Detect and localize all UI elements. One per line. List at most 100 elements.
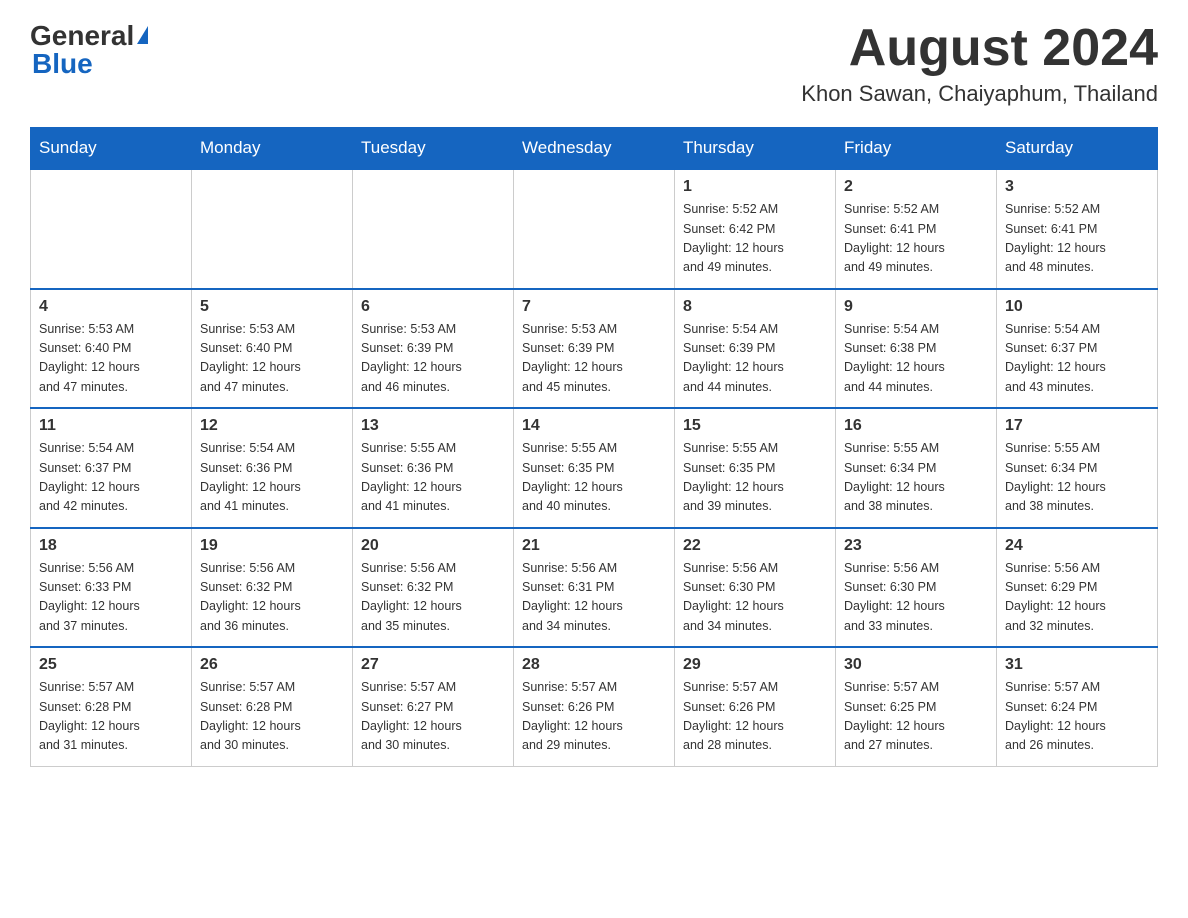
day-cell: 7 Sunrise: 5:53 AM Sunset: 6:39 PM Daylig… xyxy=(514,289,675,409)
day-cell: 22 Sunrise: 5:56 AM Sunset: 6:30 PM Dayli… xyxy=(675,528,836,648)
day-info: Sunrise: 5:56 AM Sunset: 6:32 PM Dayligh… xyxy=(200,559,344,637)
week-row-3: 11 Sunrise: 5:54 AM Sunset: 6:37 PM Dayli… xyxy=(31,408,1158,528)
header-cell-sunday: Sunday xyxy=(31,128,192,170)
calendar-body: 1 Sunrise: 5:52 AM Sunset: 6:42 PM Daylig… xyxy=(31,169,1158,766)
day-number: 29 xyxy=(683,656,827,674)
day-cell: 3Sunrise: 5:52 AM Sunset: 6:41 PM Daylig… xyxy=(997,169,1158,289)
day-info: Sunrise: 5:56 AM Sunset: 6:30 PM Dayligh… xyxy=(844,559,988,637)
day-cell: 28Sunrise: 5:57 AM Sunset: 6:26 PM Dayli… xyxy=(514,647,675,766)
day-number: 12 xyxy=(200,417,344,435)
day-cell: 11 Sunrise: 5:54 AM Sunset: 6:37 PM Dayli… xyxy=(31,408,192,528)
day-cell: 9 Sunrise: 5:54 AM Sunset: 6:38 PM Daylig… xyxy=(836,289,997,409)
calendar-table: SundayMondayTuesdayWednesdayThursdayFrid… xyxy=(30,127,1158,767)
week-row-4: 18 Sunrise: 5:56 AM Sunset: 6:33 PM Dayli… xyxy=(31,528,1158,648)
day-number: 19 xyxy=(200,537,344,555)
day-cell xyxy=(31,169,192,289)
location-title: Khon Sawan, Chaiyaphum, Thailand xyxy=(801,81,1158,107)
day-cell: 17 Sunrise: 5:55 AM Sunset: 6:34 PM Dayli… xyxy=(997,408,1158,528)
day-info: Sunrise: 5:55 AM Sunset: 6:35 PM Dayligh… xyxy=(683,439,827,517)
day-info: Sunrise: 5:56 AM Sunset: 6:29 PM Dayligh… xyxy=(1005,559,1149,637)
day-number: 15 xyxy=(683,417,827,435)
day-number: 1 xyxy=(683,178,827,196)
day-number: 8 xyxy=(683,298,827,316)
day-number: 7 xyxy=(522,298,666,316)
day-cell: 19 Sunrise: 5:56 AM Sunset: 6:32 PM Dayli… xyxy=(192,528,353,648)
day-cell xyxy=(514,169,675,289)
day-info: Sunrise: 5:55 AM Sunset: 6:34 PM Dayligh… xyxy=(1005,439,1149,517)
day-info: Sunrise: 5:57 AM Sunset: 6:24 PM Dayligh… xyxy=(1005,678,1149,756)
day-info: Sunrise: 5:55 AM Sunset: 6:34 PM Dayligh… xyxy=(844,439,988,517)
day-number: 10 xyxy=(1005,298,1149,316)
day-cell: 31 Sunrise: 5:57 AM Sunset: 6:24 PM Dayli… xyxy=(997,647,1158,766)
header-cell-thursday: Thursday xyxy=(675,128,836,170)
day-number: 26 xyxy=(200,656,344,674)
day-number: 13 xyxy=(361,417,505,435)
day-number: 27 xyxy=(361,656,505,674)
day-info: Sunrise: 5:56 AM Sunset: 6:33 PM Dayligh… xyxy=(39,559,183,637)
day-number: 28 xyxy=(522,656,666,674)
day-cell: 18 Sunrise: 5:56 AM Sunset: 6:33 PM Dayli… xyxy=(31,528,192,648)
day-number: 23 xyxy=(844,537,988,555)
header-cell-friday: Friday xyxy=(836,128,997,170)
day-number: 22 xyxy=(683,537,827,555)
day-number: 9 xyxy=(844,298,988,316)
day-cell: 2Sunrise: 5:52 AM Sunset: 6:41 PM Daylig… xyxy=(836,169,997,289)
day-info: Sunrise: 5:56 AM Sunset: 6:31 PM Dayligh… xyxy=(522,559,666,637)
day-cell: 29 Sunrise: 5:57 AM Sunset: 6:26 PM Dayli… xyxy=(675,647,836,766)
header: General Blue August 2024 Khon Sawan, Cha… xyxy=(30,20,1158,107)
day-cell: 25Sunrise: 5:57 AM Sunset: 6:28 PM Dayli… xyxy=(31,647,192,766)
day-info: Sunrise: 5:53 AM Sunset: 6:39 PM Dayligh… xyxy=(361,320,505,398)
day-number: 24 xyxy=(1005,537,1149,555)
day-number: 18 xyxy=(39,537,183,555)
day-info: Sunrise: 5:52 AM Sunset: 6:42 PM Dayligh… xyxy=(683,200,827,278)
day-number: 5 xyxy=(200,298,344,316)
day-info: Sunrise: 5:57 AM Sunset: 6:26 PM Dayligh… xyxy=(683,678,827,756)
day-info: Sunrise: 5:54 AM Sunset: 6:37 PM Dayligh… xyxy=(39,439,183,517)
day-cell: 10 Sunrise: 5:54 AM Sunset: 6:37 PM Dayli… xyxy=(997,289,1158,409)
day-number: 16 xyxy=(844,417,988,435)
day-cell: 5 Sunrise: 5:53 AM Sunset: 6:40 PM Daylig… xyxy=(192,289,353,409)
day-cell: 14 Sunrise: 5:55 AM Sunset: 6:35 PM Dayli… xyxy=(514,408,675,528)
day-cell: 13 Sunrise: 5:55 AM Sunset: 6:36 PM Dayli… xyxy=(353,408,514,528)
day-info: Sunrise: 5:53 AM Sunset: 6:39 PM Dayligh… xyxy=(522,320,666,398)
day-number: 14 xyxy=(522,417,666,435)
day-info: Sunrise: 5:53 AM Sunset: 6:40 PM Dayligh… xyxy=(200,320,344,398)
day-info: Sunrise: 5:55 AM Sunset: 6:36 PM Dayligh… xyxy=(361,439,505,517)
day-info: Sunrise: 5:52 AM Sunset: 6:41 PM Dayligh… xyxy=(1005,200,1149,278)
day-cell: 8Sunrise: 5:54 AM Sunset: 6:39 PM Daylig… xyxy=(675,289,836,409)
day-cell: 4Sunrise: 5:53 AM Sunset: 6:40 PM Daylig… xyxy=(31,289,192,409)
day-cell: 6Sunrise: 5:53 AM Sunset: 6:39 PM Daylig… xyxy=(353,289,514,409)
day-info: Sunrise: 5:54 AM Sunset: 6:38 PM Dayligh… xyxy=(844,320,988,398)
month-title: August 2024 xyxy=(801,20,1158,77)
day-number: 31 xyxy=(1005,656,1149,674)
day-cell xyxy=(192,169,353,289)
day-info: Sunrise: 5:57 AM Sunset: 6:28 PM Dayligh… xyxy=(39,678,183,756)
logo: General Blue xyxy=(30,20,148,80)
day-info: Sunrise: 5:54 AM Sunset: 6:37 PM Dayligh… xyxy=(1005,320,1149,398)
header-cell-monday: Monday xyxy=(192,128,353,170)
day-info: Sunrise: 5:56 AM Sunset: 6:32 PM Dayligh… xyxy=(361,559,505,637)
day-number: 17 xyxy=(1005,417,1149,435)
day-cell: 21 Sunrise: 5:56 AM Sunset: 6:31 PM Dayli… xyxy=(514,528,675,648)
week-row-2: 4Sunrise: 5:53 AM Sunset: 6:40 PM Daylig… xyxy=(31,289,1158,409)
week-row-5: 25Sunrise: 5:57 AM Sunset: 6:28 PM Dayli… xyxy=(31,647,1158,766)
calendar-header: SundayMondayTuesdayWednesdayThursdayFrid… xyxy=(31,128,1158,170)
day-cell: 23 Sunrise: 5:56 AM Sunset: 6:30 PM Dayli… xyxy=(836,528,997,648)
day-cell: 15 Sunrise: 5:55 AM Sunset: 6:35 PM Dayli… xyxy=(675,408,836,528)
title-area: August 2024 Khon Sawan, Chaiyaphum, Thai… xyxy=(801,20,1158,107)
day-cell: 24 Sunrise: 5:56 AM Sunset: 6:29 PM Dayli… xyxy=(997,528,1158,648)
day-info: Sunrise: 5:56 AM Sunset: 6:30 PM Dayligh… xyxy=(683,559,827,637)
day-number: 11 xyxy=(39,417,183,435)
day-info: Sunrise: 5:55 AM Sunset: 6:35 PM Dayligh… xyxy=(522,439,666,517)
day-info: Sunrise: 5:54 AM Sunset: 6:36 PM Dayligh… xyxy=(200,439,344,517)
day-cell: 30Sunrise: 5:57 AM Sunset: 6:25 PM Dayli… xyxy=(836,647,997,766)
day-number: 21 xyxy=(522,537,666,555)
day-info: Sunrise: 5:57 AM Sunset: 6:28 PM Dayligh… xyxy=(200,678,344,756)
day-number: 20 xyxy=(361,537,505,555)
day-info: Sunrise: 5:53 AM Sunset: 6:40 PM Dayligh… xyxy=(39,320,183,398)
day-cell: 1 Sunrise: 5:52 AM Sunset: 6:42 PM Daylig… xyxy=(675,169,836,289)
day-number: 30 xyxy=(844,656,988,674)
header-row: SundayMondayTuesdayWednesdayThursdayFrid… xyxy=(31,128,1158,170)
week-row-1: 1 Sunrise: 5:52 AM Sunset: 6:42 PM Daylig… xyxy=(31,169,1158,289)
logo-blue-text: Blue xyxy=(32,48,93,80)
